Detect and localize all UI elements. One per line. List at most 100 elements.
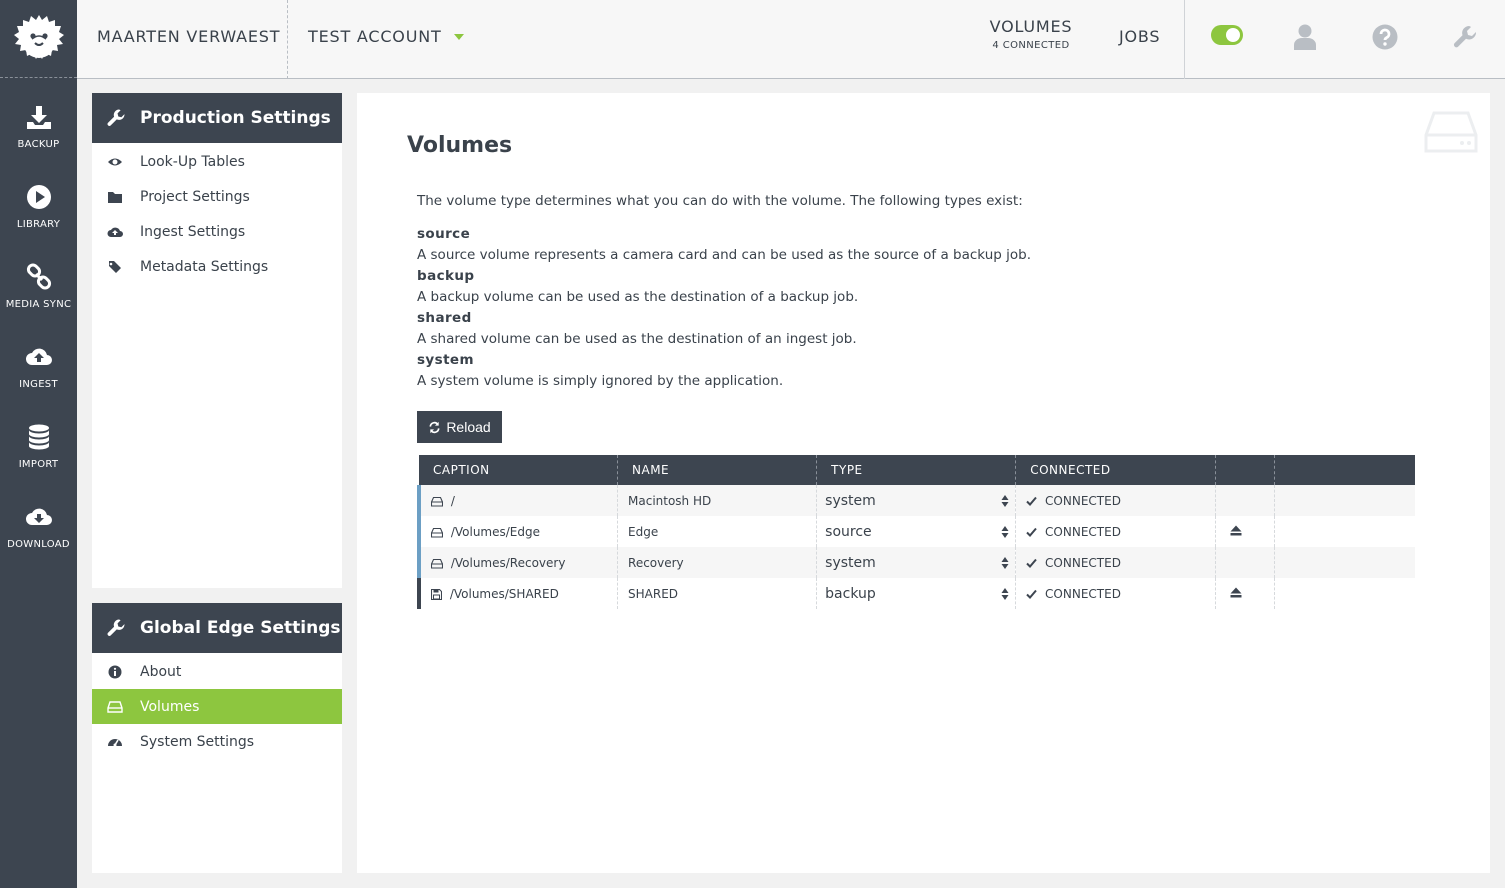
name-cell: Recovery bbox=[617, 547, 818, 578]
type-select[interactable]: source bbox=[816, 516, 1017, 547]
menu-item-system-settings[interactable]: System Settings bbox=[92, 724, 342, 759]
top-bar: MAARTEN VERWAEST TEST ACCOUNT VOLUMES 4 … bbox=[77, 0, 1505, 79]
eye-icon bbox=[108, 158, 122, 165]
play-icon bbox=[26, 184, 51, 209]
type-name: backup bbox=[417, 268, 475, 284]
help-button[interactable] bbox=[1371, 22, 1399, 52]
column-header-eject bbox=[1215, 455, 1276, 485]
volumes-table: CAPTION NAME TYPE CONNECTED / Macintosh … bbox=[417, 455, 1417, 609]
type-select[interactable]: system bbox=[816, 485, 1017, 516]
hdd-icon bbox=[431, 558, 443, 569]
type-name: source bbox=[417, 226, 471, 242]
menu-item-label: Metadata Settings bbox=[140, 258, 269, 275]
menu-item-label: Look-Up Tables bbox=[140, 153, 245, 170]
select-arrows-icon bbox=[1001, 588, 1009, 600]
table-row[interactable]: /Volumes/Recovery Recovery system CONNEC… bbox=[417, 547, 1415, 578]
column-header-caption[interactable]: CAPTION bbox=[419, 455, 619, 485]
dashboard-icon bbox=[108, 738, 122, 746]
type-select[interactable]: system bbox=[816, 547, 1017, 578]
nav-download[interactable]: DOWNLOAD bbox=[0, 486, 77, 566]
menu-item-about[interactable]: About bbox=[92, 654, 342, 689]
wrench-icon bbox=[107, 109, 125, 126]
refresh-icon bbox=[429, 421, 440, 433]
user-icon bbox=[1294, 24, 1316, 50]
menu-item-label: Volumes bbox=[140, 698, 200, 715]
connected-status: CONNECTED bbox=[1045, 555, 1121, 570]
name-cell: Macintosh HD bbox=[617, 485, 818, 516]
connected-cell: CONNECTED bbox=[1015, 516, 1216, 547]
column-header-type[interactable]: TYPE bbox=[816, 455, 1017, 485]
reload-button[interactable]: Reload bbox=[417, 411, 502, 443]
type-name: system bbox=[417, 352, 474, 368]
app-logo[interactable] bbox=[0, 0, 77, 78]
table-row[interactable]: /Volumes/Edge Edge source CONNECTED bbox=[417, 516, 1415, 547]
menu-item-project-settings[interactable]: Project Settings bbox=[92, 179, 342, 214]
eject-button[interactable] bbox=[1215, 516, 1276, 547]
user-button[interactable] bbox=[1291, 22, 1319, 52]
table-row[interactable]: /Volumes/SHARED SHARED backup CONNECTED bbox=[417, 578, 1415, 609]
global-edge-settings-title: Global Edge Settings bbox=[140, 618, 341, 638]
settings-button[interactable] bbox=[1451, 22, 1479, 52]
select-arrows-icon bbox=[1001, 495, 1009, 507]
nav-ingest[interactable]: INGEST bbox=[0, 326, 77, 406]
folder-icon bbox=[108, 191, 122, 203]
caption-text: /Volumes/SHARED bbox=[449, 586, 559, 601]
eject-cell bbox=[1215, 547, 1276, 578]
global-edge-settings-panel: Global Edge Settings About Volumes Syste… bbox=[92, 603, 342, 873]
account-dropdown[interactable]: TEST ACCOUNT bbox=[308, 27, 464, 46]
eject-button[interactable] bbox=[1215, 578, 1276, 609]
production-settings-title: Production Settings bbox=[140, 108, 331, 128]
column-header-name[interactable]: NAME bbox=[617, 455, 818, 485]
menu-item-ingest-settings[interactable]: Ingest Settings bbox=[92, 214, 342, 249]
global-edge-settings-header: Global Edge Settings bbox=[92, 603, 342, 653]
volume-types-list: source A source volume represents a came… bbox=[417, 224, 1317, 392]
nav-media-sync[interactable]: MEDIA SYNC bbox=[0, 246, 77, 326]
user-name[interactable]: MAARTEN VERWAEST bbox=[97, 27, 280, 46]
nav-import[interactable]: IMPORT bbox=[0, 406, 77, 486]
table-row[interactable]: / Macintosh HD system CONNECTED bbox=[417, 485, 1415, 516]
nav-library-label: LIBRARY bbox=[16, 218, 61, 230]
nav-backup[interactable]: BACKUP bbox=[0, 86, 77, 166]
name-cell: SHARED bbox=[617, 578, 818, 609]
volumes-link[interactable]: VOLUMES 4 CONNECTED bbox=[977, 17, 1085, 51]
hdd-icon bbox=[431, 527, 443, 538]
nav-library[interactable]: LIBRARY bbox=[0, 166, 77, 246]
caption-text: /Volumes/Edge bbox=[450, 524, 540, 539]
menu-item-look-up-tables[interactable]: Look-Up Tables bbox=[92, 144, 342, 179]
caption-text: /Volumes/Recovery bbox=[450, 555, 566, 570]
name-cell: Edge bbox=[617, 516, 818, 547]
type-description: A system volume is simply ignored by the… bbox=[417, 373, 784, 389]
select-arrows-icon bbox=[1001, 526, 1009, 538]
online-toggle[interactable] bbox=[1211, 25, 1243, 45]
nav-import-label: IMPORT bbox=[18, 458, 59, 470]
select-arrows-icon bbox=[1001, 557, 1009, 569]
cloud-upload-icon bbox=[25, 348, 52, 365]
connected-status: CONNECTED bbox=[1045, 524, 1121, 539]
blank-cell bbox=[1274, 547, 1415, 578]
topbar-divider-2 bbox=[1184, 0, 1185, 79]
column-header-connected[interactable]: CONNECTED bbox=[1015, 455, 1216, 485]
menu-item-label: Ingest Settings bbox=[140, 223, 246, 240]
page-title: Volumes bbox=[407, 133, 513, 158]
menu-item-label: System Settings bbox=[140, 733, 255, 750]
type-value: system bbox=[825, 554, 876, 571]
question-circle-icon bbox=[1372, 24, 1398, 50]
menu-item-metadata-settings[interactable]: Metadata Settings bbox=[92, 249, 342, 284]
menu-item-volumes[interactable]: Volumes bbox=[92, 689, 342, 724]
nav-ingest-label: INGEST bbox=[19, 378, 58, 390]
caption-cell: /Volumes/Edge bbox=[417, 516, 619, 547]
type-name: shared bbox=[417, 310, 472, 326]
check-icon bbox=[1026, 558, 1037, 568]
connected-cell: CONNECTED bbox=[1015, 547, 1216, 578]
jobs-link[interactable]: JOBS bbox=[1119, 27, 1160, 46]
type-description: A backup volume can be used as the desti… bbox=[417, 289, 859, 305]
wrench-icon bbox=[1454, 26, 1477, 48]
type-select[interactable]: backup bbox=[816, 578, 1017, 609]
blank-cell bbox=[1274, 516, 1415, 547]
eject-cell bbox=[1215, 485, 1276, 516]
menu-item-label: About bbox=[140, 663, 182, 680]
type-value: system bbox=[825, 492, 876, 509]
check-icon bbox=[1026, 527, 1037, 537]
cloud-download-icon bbox=[25, 508, 52, 525]
info-icon bbox=[108, 665, 122, 678]
